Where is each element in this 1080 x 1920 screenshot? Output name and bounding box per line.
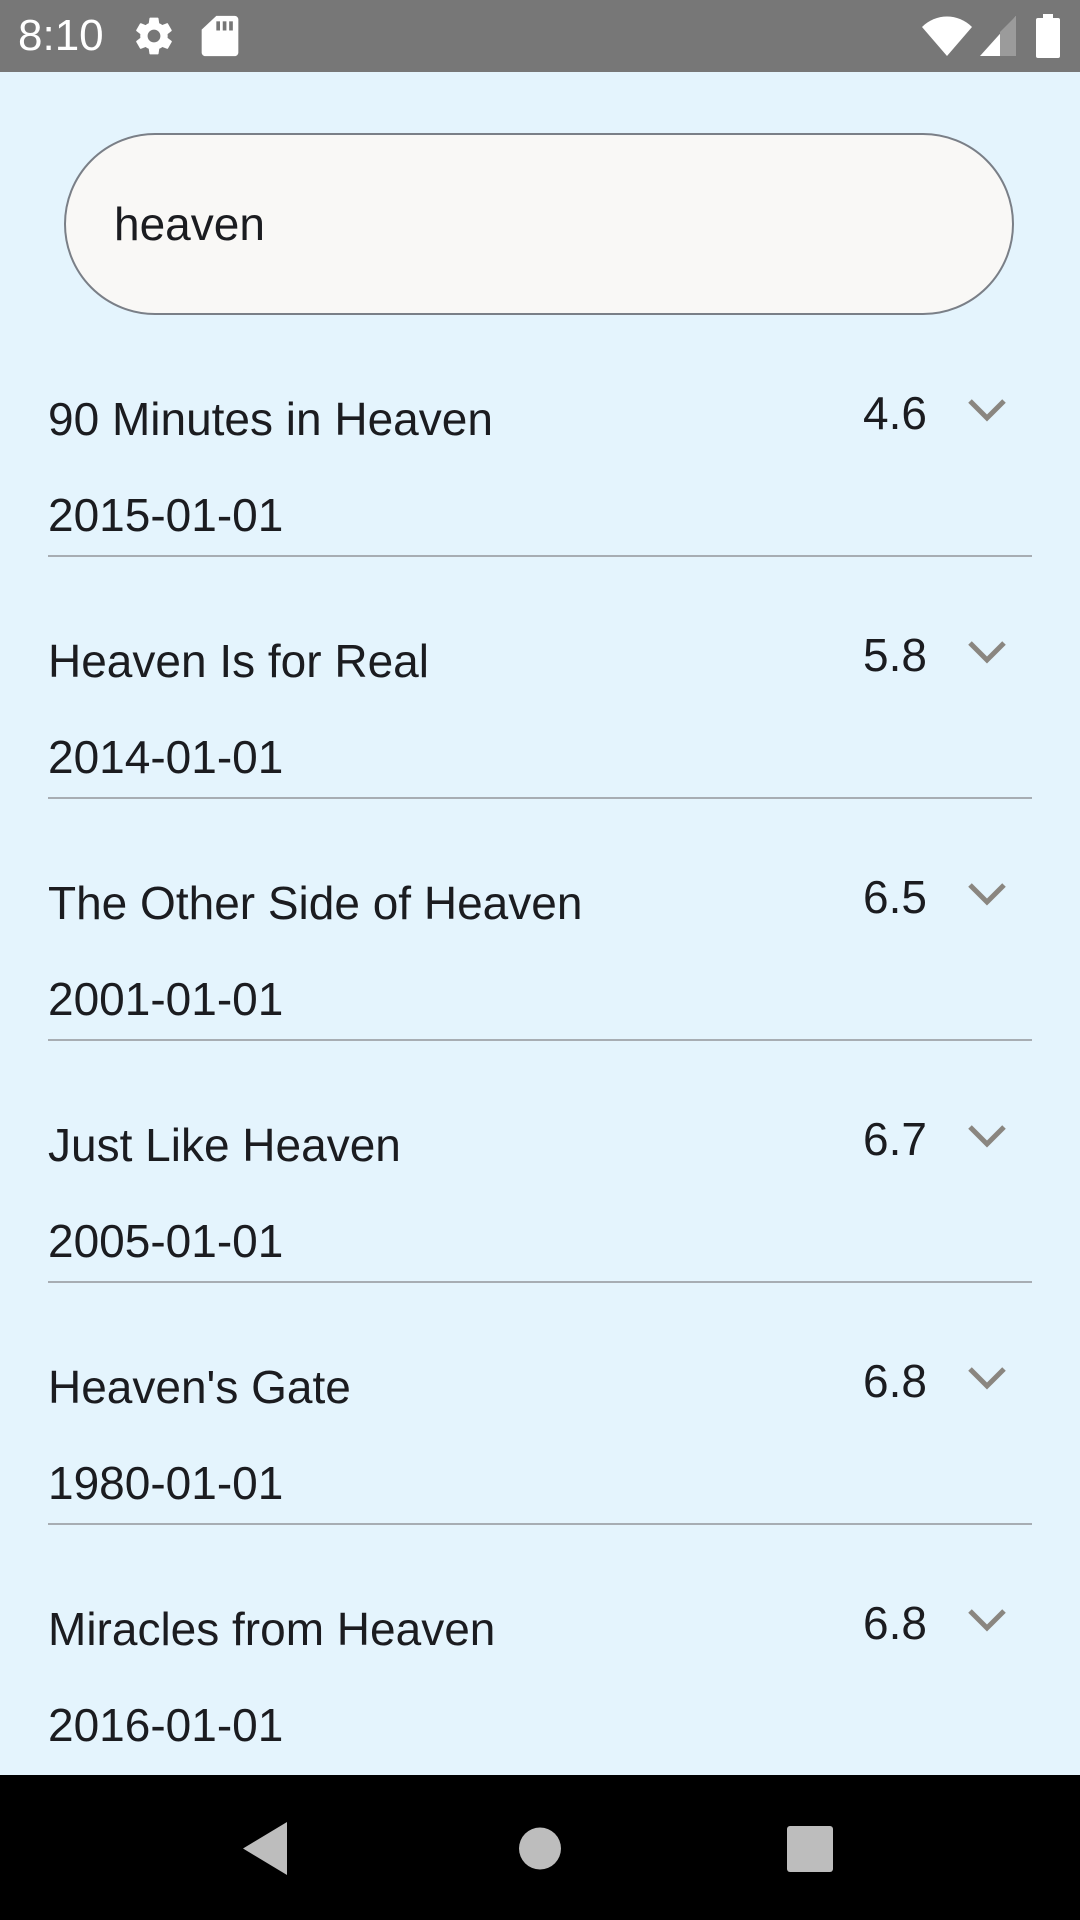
- list-item[interactable]: Heaven Is for Real 2014-01-01 5.8: [0, 557, 1080, 799]
- release-date: 1980-01-01: [48, 1457, 284, 1509]
- status-time: 8:10: [18, 11, 104, 60]
- status-bar: 8:10: [0, 0, 1080, 72]
- sd-card-icon: [201, 15, 239, 57]
- wifi-icon: [922, 16, 972, 56]
- search-input[interactable]: [114, 135, 954, 313]
- chevron-down-icon[interactable]: [966, 395, 1008, 425]
- release-date: 2014-01-01: [48, 731, 284, 783]
- settings-icon: [136, 17, 172, 55]
- chevron-down-icon[interactable]: [966, 1363, 1008, 1393]
- home-icon[interactable]: [460, 1775, 620, 1920]
- chevron-down-icon[interactable]: [966, 879, 1008, 909]
- chevron-down-icon[interactable]: [966, 637, 1008, 667]
- movie-title: 90 Minutes in Heaven: [48, 393, 493, 445]
- rating-value: 5.8: [863, 629, 927, 681]
- release-date: 2005-01-01: [48, 1215, 284, 1267]
- chevron-down-icon[interactable]: [966, 1605, 1008, 1635]
- movie-title: Heaven Is for Real: [48, 635, 429, 687]
- list-item[interactable]: The Other Side of Heaven 2001-01-01 6.5: [0, 799, 1080, 1041]
- recents-icon[interactable]: [730, 1775, 890, 1920]
- results-list: 90 Minutes in Heaven 2015-01-01 4.6 Heav…: [0, 315, 1080, 1767]
- navigation-bar: [0, 1775, 1080, 1920]
- list-item[interactable]: 90 Minutes in Heaven 2015-01-01 4.6: [0, 315, 1080, 557]
- list-item[interactable]: Heaven's Gate 1980-01-01 6.8: [0, 1283, 1080, 1525]
- search-field[interactable]: [64, 133, 1014, 315]
- movie-title: Heaven's Gate: [48, 1361, 351, 1413]
- rating-value: 6.5: [863, 871, 927, 923]
- list-item[interactable]: Miracles from Heaven 2016-01-01 6.8: [0, 1525, 1080, 1767]
- movie-title: Miracles from Heaven: [48, 1603, 496, 1655]
- rating-value: 6.7: [863, 1113, 927, 1165]
- rating-value: 4.6: [863, 387, 927, 439]
- release-date: 2016-01-01: [48, 1699, 284, 1751]
- battery-icon: [1036, 14, 1060, 58]
- rating-value: 6.8: [863, 1355, 927, 1407]
- movie-title: The Other Side of Heaven: [48, 877, 583, 929]
- chevron-down-icon[interactable]: [966, 1121, 1008, 1151]
- release-date: 2015-01-01: [48, 489, 284, 541]
- movie-title: Just Like Heaven: [48, 1119, 401, 1171]
- release-date: 2001-01-01: [48, 973, 284, 1025]
- signal-icon: [980, 16, 1016, 56]
- rating-value: 6.8: [863, 1597, 927, 1649]
- back-icon[interactable]: [187, 1775, 347, 1920]
- list-item[interactable]: Just Like Heaven 2005-01-01 6.7: [0, 1041, 1080, 1283]
